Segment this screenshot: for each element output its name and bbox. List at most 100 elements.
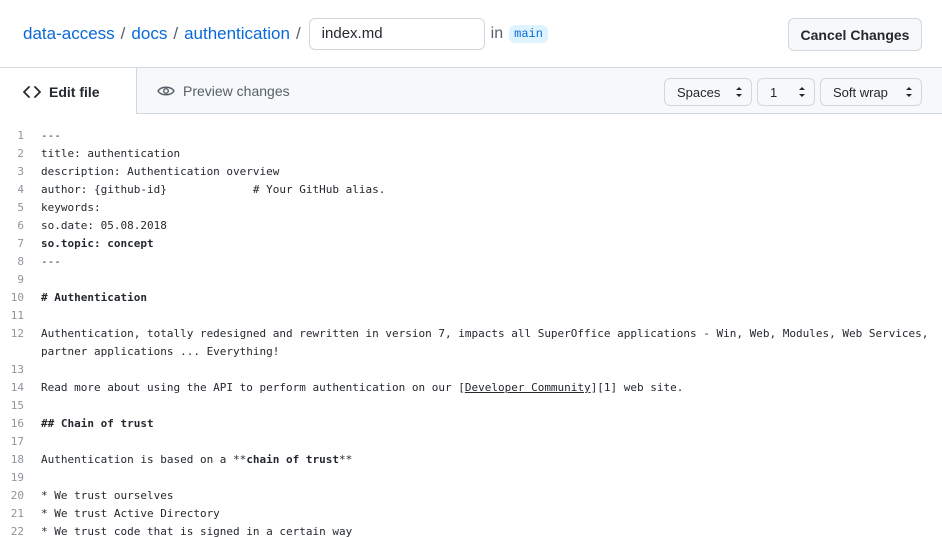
tab-preview-changes-label: Preview changes bbox=[183, 82, 290, 99]
breadcrumb-separator: / bbox=[120, 23, 126, 43]
line-number: 2 bbox=[17, 147, 24, 160]
line-number: 14 bbox=[10, 381, 24, 394]
code-line[interactable]: 1 --- bbox=[0, 127, 942, 145]
line-text-bold: ## Chain of trust bbox=[41, 417, 154, 430]
code-line[interactable]: 16 ## Chain of trust bbox=[0, 415, 942, 433]
code-line[interactable]: 7 so.topic: concept bbox=[0, 235, 942, 253]
code-line[interactable]: 20 * We trust ourselves bbox=[0, 487, 942, 505]
code-lines: 1 --- 2 title: authentication 3 description: … bbox=[0, 127, 942, 537]
line-number: 18 bbox=[10, 453, 24, 466]
line-number: 13 bbox=[10, 363, 24, 376]
line-text: * We trust Active Directory bbox=[41, 507, 220, 520]
select-caret-icon bbox=[906, 87, 912, 97]
line-number: 19 bbox=[10, 471, 24, 484]
code-line[interactable]: 3 description: Authentication overview bbox=[0, 163, 942, 181]
line-number: 15 bbox=[10, 399, 24, 412]
breadcrumb-authentication-link[interactable]: authentication bbox=[184, 24, 290, 44]
select-caret-icon bbox=[736, 87, 742, 97]
tab-edit-file[interactable]: Edit file bbox=[0, 67, 137, 115]
line-number: 11 bbox=[10, 309, 24, 322]
indent-mode-select[interactable]: Spaces bbox=[664, 78, 752, 106]
code-line[interactable]: 11 bbox=[0, 307, 942, 325]
line-number: 12 bbox=[10, 327, 24, 340]
line-text: Authentication, totally redesigned and r… bbox=[41, 327, 929, 340]
code-line[interactable]: 15 bbox=[0, 397, 942, 415]
line-text: ## Chain of trust bbox=[24, 415, 154, 433]
in-label: in bbox=[490, 24, 504, 42]
line-text bbox=[24, 469, 41, 487]
code-line[interactable]: partner applications ... Everything! bbox=[0, 343, 942, 361]
line-number: 8 bbox=[17, 255, 24, 268]
code-icon bbox=[23, 84, 41, 100]
line-text: * We trust ourselves bbox=[41, 489, 174, 502]
code-line[interactable]: 18 Authentication is based on a **chain o… bbox=[0, 451, 942, 469]
line-text: partner applications ... Everything! bbox=[41, 345, 280, 358]
line-text: so.date: 05.08.2018 bbox=[41, 219, 167, 232]
line-number: 10 bbox=[10, 291, 24, 304]
line-text: --- bbox=[41, 129, 61, 142]
line-number: 21 bbox=[10, 507, 24, 520]
breadcrumb-separator: / bbox=[173, 23, 179, 43]
code-editor[interactable]: 1 --- 2 title: authentication 3 description: … bbox=[0, 114, 942, 537]
line-text: --- bbox=[41, 255, 61, 268]
line-text bbox=[24, 361, 41, 379]
line-text bbox=[24, 271, 41, 289]
breadcrumb-repo-link[interactable]: data-access bbox=[23, 24, 115, 44]
markdown-link-text: Developer Community bbox=[464, 381, 591, 394]
eye-icon bbox=[157, 83, 175, 99]
line-text: so.topic: concept bbox=[24, 235, 154, 253]
wrap-mode-select[interactable]: Soft wrap bbox=[820, 78, 922, 106]
line-text: author: {github-id} # Your GitHub alias. bbox=[41, 183, 386, 196]
line-text-bold: # Authentication bbox=[41, 291, 147, 304]
line-number: 5 bbox=[17, 201, 24, 214]
line-number: 9 bbox=[17, 273, 24, 286]
code-line[interactable]: 12 Authentication, totally redesigned and… bbox=[0, 325, 942, 343]
line-text: description: Authentication overview bbox=[41, 165, 280, 178]
cancel-changes-button[interactable]: Cancel Changes bbox=[788, 18, 922, 51]
indent-mode-value: Spaces bbox=[677, 84, 721, 100]
line-number: 22 bbox=[10, 525, 24, 537]
line-text: Authentication is based on a **chain of … bbox=[24, 451, 352, 469]
code-line[interactable]: 4 author: {github-id} # Your GitHub alias… bbox=[0, 181, 942, 199]
line-text-bold: so.topic: concept bbox=[41, 237, 154, 250]
line-number: 6 bbox=[17, 219, 24, 232]
filename-input[interactable] bbox=[308, 17, 485, 50]
line-text: * We trust code that is signed in a cert… bbox=[41, 525, 353, 537]
wrap-mode-value: Soft wrap bbox=[833, 84, 888, 100]
tab-edit-file-label: Edit file bbox=[49, 83, 100, 100]
line-number bbox=[0, 343, 24, 361]
code-line[interactable]: 21 * We trust Active Directory bbox=[0, 505, 942, 523]
code-line[interactable]: 22 * We trust code that is signed in a ce… bbox=[0, 523, 942, 537]
breadcrumb-docs-link[interactable]: docs bbox=[131, 24, 167, 44]
line-text: keywords: bbox=[41, 201, 101, 214]
line-number: 16 bbox=[10, 417, 24, 430]
tab-preview-changes[interactable]: Preview changes bbox=[157, 67, 290, 114]
line-text: # Authentication bbox=[24, 289, 147, 307]
file-path-bar: data-access / docs / authentication / in… bbox=[0, 0, 942, 67]
line-text bbox=[24, 397, 41, 415]
code-line[interactable]: 17 bbox=[0, 433, 942, 451]
code-line[interactable]: 9 bbox=[0, 271, 942, 289]
code-line[interactable]: 8 --- bbox=[0, 253, 942, 271]
indent-size-value: 1 bbox=[770, 84, 778, 100]
line-text: Read more about using the API to perform… bbox=[24, 379, 683, 397]
breadcrumb-separator: / bbox=[295, 23, 301, 43]
line-number: 4 bbox=[17, 183, 24, 196]
line-text-segment: ][1] web site. bbox=[590, 381, 684, 394]
line-number: 20 bbox=[10, 489, 24, 502]
line-number: 3 bbox=[17, 165, 24, 178]
branch-badge: main bbox=[509, 24, 548, 43]
indent-size-select[interactable]: 1 bbox=[757, 78, 815, 106]
code-line[interactable]: 13 bbox=[0, 361, 942, 379]
code-line[interactable]: 5 keywords: bbox=[0, 199, 942, 217]
code-line[interactable]: 2 title: authentication bbox=[0, 145, 942, 163]
select-caret-icon bbox=[799, 87, 805, 97]
line-number: 17 bbox=[10, 435, 24, 448]
line-number: 7 bbox=[17, 237, 24, 250]
code-line[interactable]: 6 so.date: 05.08.2018 bbox=[0, 217, 942, 235]
code-line[interactable]: 10 # Authentication bbox=[0, 289, 942, 307]
line-text-segment: Read more about using the API to perform… bbox=[41, 381, 465, 394]
markdown-bold-text: chain of trust bbox=[246, 453, 340, 466]
code-line[interactable]: 19 bbox=[0, 469, 942, 487]
code-line[interactable]: 14 Read more about using the API to perfo… bbox=[0, 379, 942, 397]
